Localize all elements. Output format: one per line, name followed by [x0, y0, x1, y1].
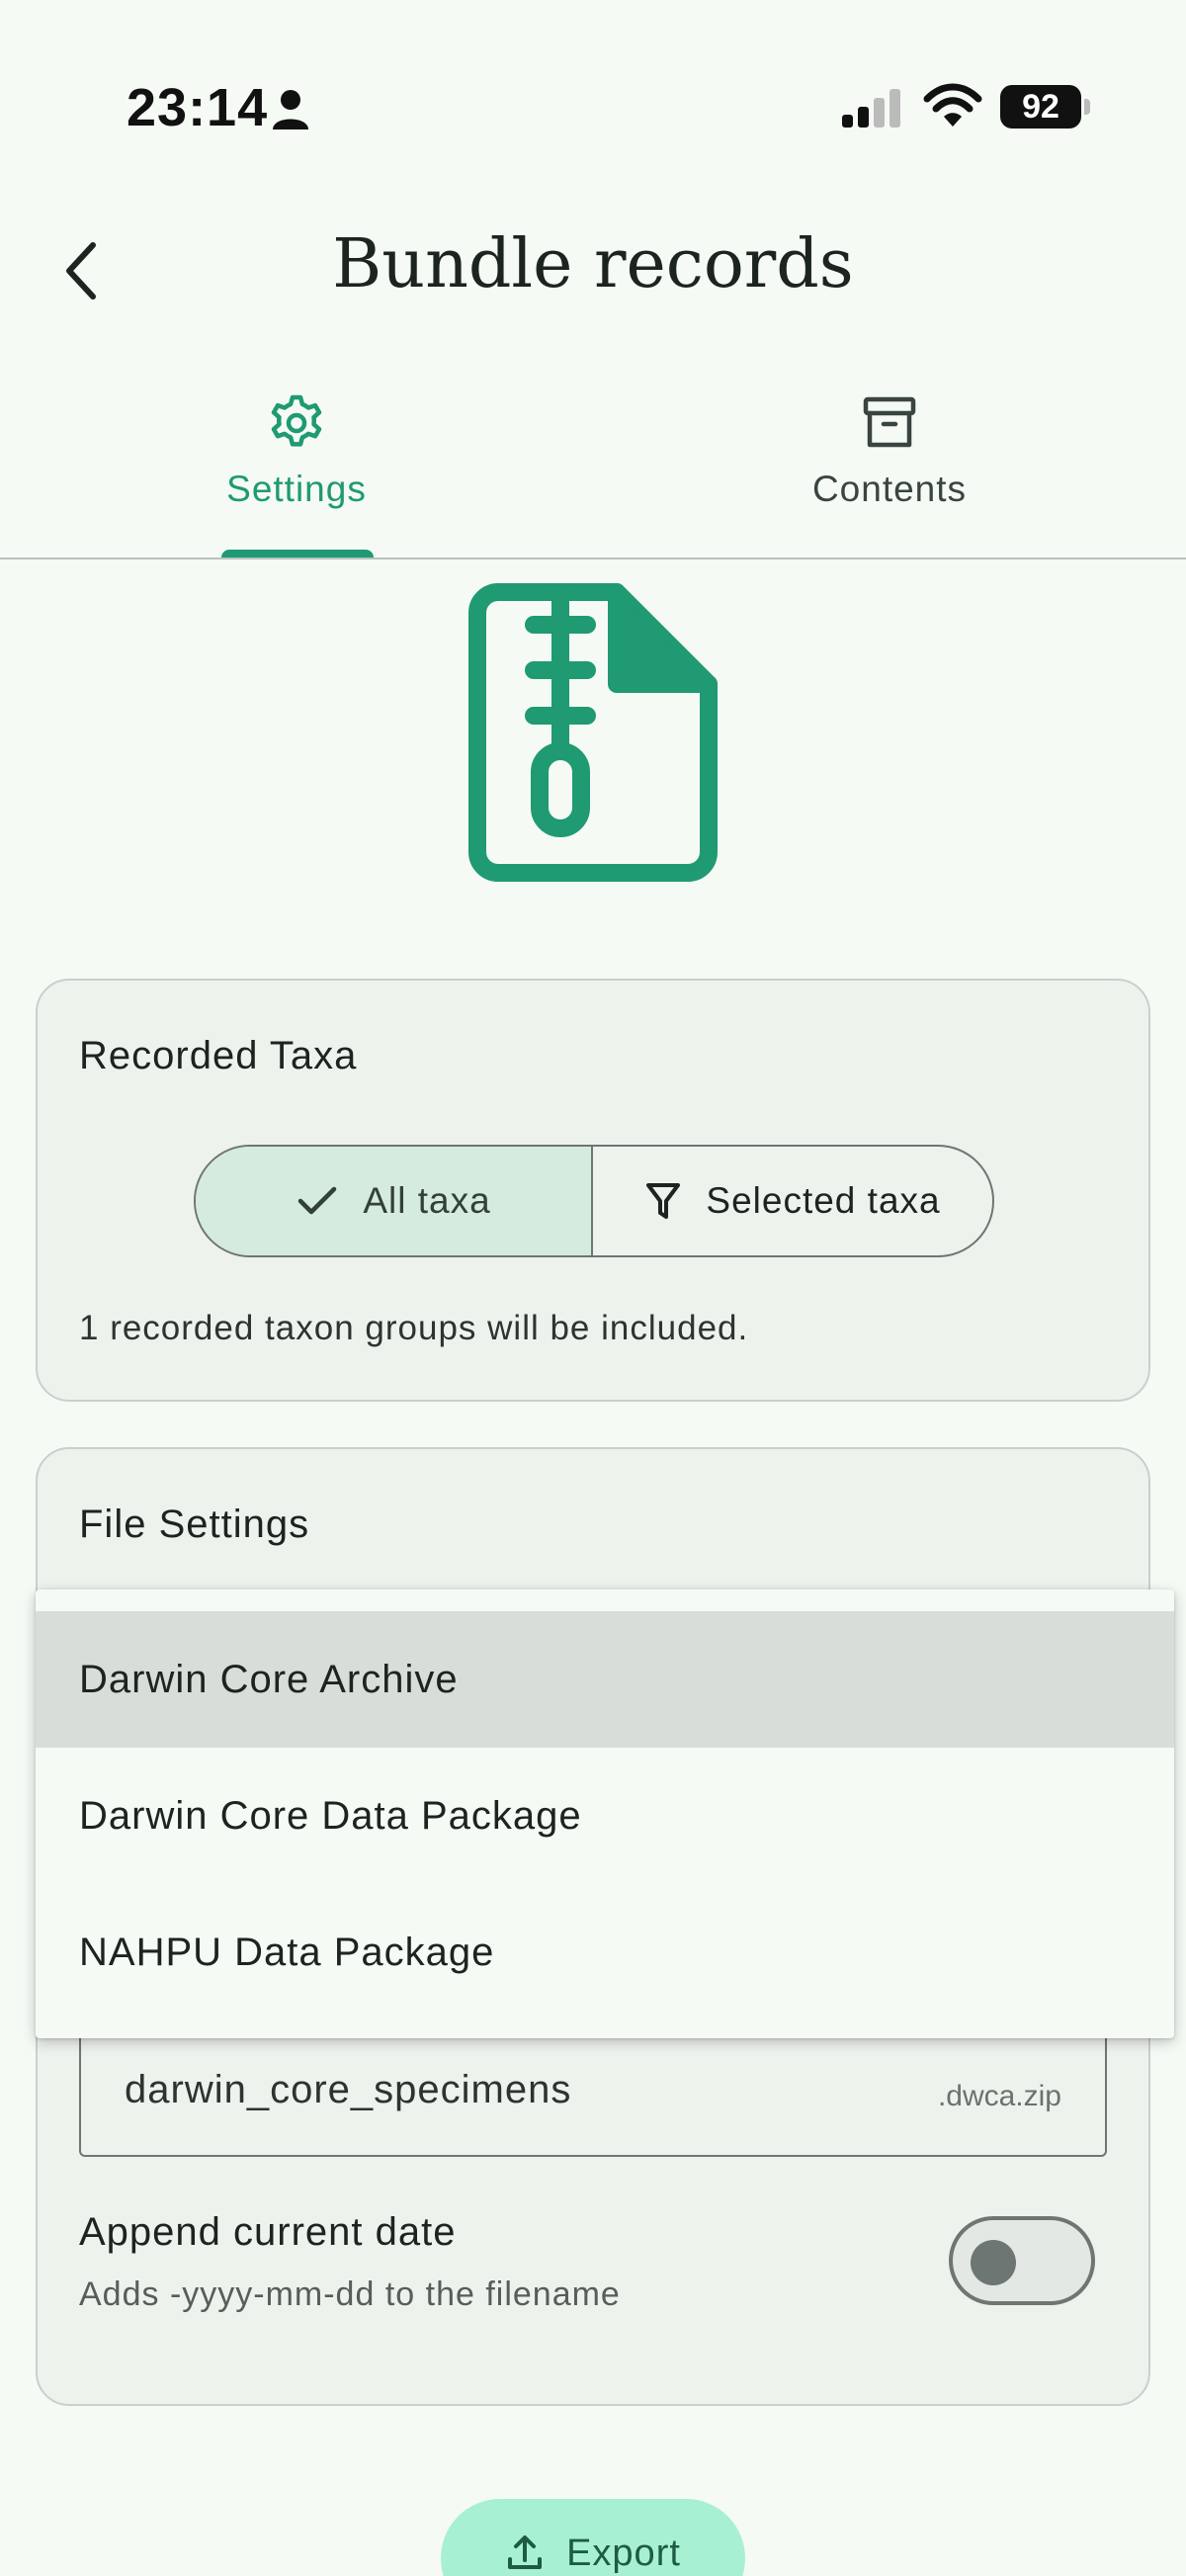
- wifi-icon: [923, 83, 982, 127]
- status-time: 23:14: [127, 78, 269, 137]
- all-taxa-segment[interactable]: All taxa: [196, 1147, 594, 1255]
- cellular-signal-icon: [842, 89, 900, 128]
- tab-contents[interactable]: Contents: [593, 386, 1186, 558]
- battery-level: 92: [1000, 85, 1081, 129]
- export-label: Export: [566, 2533, 681, 2574]
- append-date-description: Adds -yyyy-mm-dd to the filename: [79, 2275, 621, 2313]
- toggle-thumb: [971, 2240, 1016, 2285]
- battery-indicator: 92: [1000, 85, 1091, 129]
- tab-divider: [0, 558, 1186, 559]
- tab-contents-label: Contents: [811, 469, 968, 509]
- selected-taxa-label: Selected taxa: [706, 1180, 941, 1221]
- taxa-segmented-control: All taxa Selected taxa: [194, 1145, 994, 1257]
- page-title: Bundle records: [332, 225, 854, 303]
- zip-file-icon: [468, 583, 718, 882]
- format-option-nahpu-data-package[interactable]: NAHPU Data Package: [36, 1884, 1174, 2020]
- file-settings-title: File Settings: [79, 1503, 310, 1546]
- export-button[interactable]: Export: [441, 2499, 745, 2576]
- person-icon: [273, 90, 308, 129]
- upload-icon: [508, 2535, 543, 2569]
- tab-settings-label: Settings: [226, 469, 367, 509]
- filename-suffix: .dwca.zip: [937, 2080, 1061, 2112]
- filter-icon: [646, 1183, 681, 1219]
- gear-icon: [271, 394, 322, 447]
- filename-field[interactable]: darwin_core_specimens .dwca.zip: [79, 2022, 1107, 2157]
- selected-taxa-segment[interactable]: Selected taxa: [593, 1147, 992, 1255]
- all-taxa-label: All taxa: [363, 1180, 491, 1221]
- format-option-darwin-core-archive[interactable]: Darwin Core Archive: [36, 1611, 1174, 1748]
- check-icon: [298, 1186, 337, 1215]
- archive-box-icon: [863, 396, 916, 448]
- append-date-label: Append current date: [79, 2210, 457, 2254]
- format-dropdown-menu: Darwin Core Archive Darwin Core Data Pac…: [36, 1589, 1174, 2038]
- format-option-darwin-core-data-package[interactable]: Darwin Core Data Package: [36, 1748, 1174, 1884]
- append-date-toggle[interactable]: [949, 2216, 1095, 2305]
- battery-nub: [1084, 99, 1090, 115]
- tab-settings[interactable]: Settings: [0, 386, 593, 558]
- filename-value: darwin_core_specimens: [125, 2068, 572, 2111]
- taxa-count-note: 1 recorded taxon groups will be included…: [79, 1309, 749, 1347]
- recorded-taxa-title: Recorded Taxa: [79, 1034, 358, 1077]
